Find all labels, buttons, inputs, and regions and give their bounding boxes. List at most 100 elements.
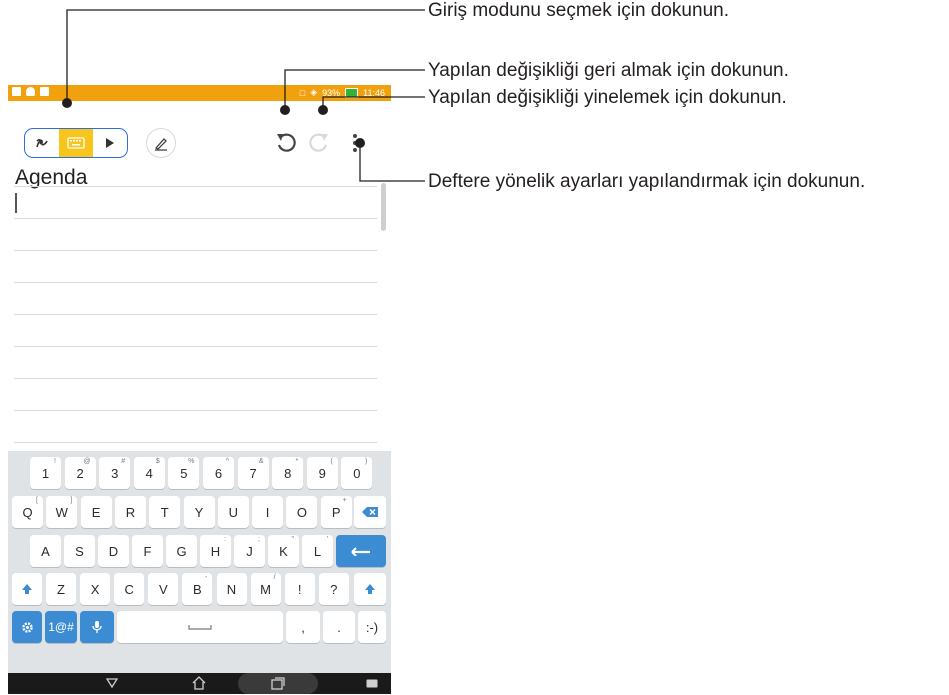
- key-alt-label: -: [205, 574, 208, 581]
- undo-button[interactable]: [275, 130, 297, 154]
- key-alt-label: ': [326, 536, 328, 543]
- ruled-line: [14, 282, 377, 283]
- redo-button[interactable]: [308, 130, 330, 154]
- key-alt-label: !: [54, 458, 56, 465]
- key-row-a-7[interactable]: K ": [268, 535, 299, 567]
- vibrate-icon: □: [299, 87, 306, 98]
- status-bar: □ ◈ 93% b 11:46: [8, 85, 391, 101]
- key-label: U: [228, 504, 238, 520]
- comma-key[interactable]: ,: [286, 611, 320, 643]
- key-alt-label: ): [365, 458, 368, 465]
- enter-key[interactable]: [336, 535, 386, 567]
- key-alt-label: ^: [225, 458, 229, 465]
- key-label: 6: [214, 465, 223, 481]
- battery-level: 93%: [322, 87, 341, 98]
- key-row-z-4[interactable]: B-: [182, 573, 213, 605]
- key-row-q-6[interactable]: U: [217, 496, 249, 528]
- key-number-row-4[interactable]: 5%: [168, 457, 200, 489]
- key-row-q-1[interactable]: W]: [46, 496, 78, 528]
- onscreen-keyboard: 1@# , . :-) 1! 2 @3 #4 $5% 6 ^ 7 & 8 * 9(0) Q[W] E R T Y…: [8, 451, 391, 673]
- key-label: 5: [180, 465, 188, 481]
- more-options-button[interactable]: [350, 132, 360, 154]
- key-alt-label: ]: [70, 497, 73, 504]
- keyboard-mode-button[interactable]: [59, 129, 93, 157]
- recent-apps-icon[interactable]: [271, 677, 285, 690]
- key-number-row-6[interactable]: 7 &: [237, 457, 269, 489]
- backspace-key[interactable]: [354, 496, 386, 528]
- space-key[interactable]: [117, 611, 283, 643]
- key-number-row-8[interactable]: 9(: [306, 457, 338, 489]
- input-mode-selector[interactable]: [24, 128, 128, 158]
- key-number-row-1[interactable]: 2 @: [64, 457, 96, 489]
- keyboard-switch-icon[interactable]: [366, 679, 378, 688]
- key-label: O: [296, 504, 307, 520]
- key-row-a-0[interactable]: A: [30, 535, 61, 567]
- shift-key-right[interactable]: [354, 573, 386, 605]
- key-row-q-9[interactable]: P +: [320, 496, 352, 528]
- key-row-q-3[interactable]: R: [114, 496, 146, 528]
- emoticon-key[interactable]: :-): [358, 611, 386, 643]
- scrollbar[interactable]: [381, 183, 386, 231]
- pen-style-button[interactable]: [146, 128, 176, 158]
- keyboard-settings-key[interactable]: [12, 611, 42, 643]
- key-row-z-7[interactable]: !: [284, 573, 315, 605]
- key-row-q-2[interactable]: E: [80, 496, 112, 528]
- redo-icon: [309, 133, 328, 152]
- key-row-z-1[interactable]: X: [80, 573, 111, 605]
- key-alt-label: ;: [258, 536, 260, 543]
- shift-key-left[interactable]: [12, 573, 42, 605]
- back-icon[interactable]: [106, 678, 118, 688]
- gear-icon: [21, 621, 33, 633]
- key-label: 4: [145, 465, 153, 481]
- key-row-a-1[interactable]: S: [64, 535, 95, 567]
- key-label: J: [246, 543, 253, 559]
- note-page[interactable]: Agenda: [8, 161, 391, 451]
- period-key[interactable]: .: [323, 611, 355, 643]
- ruled-line: [14, 378, 377, 379]
- handwriting-mode-button[interactable]: [25, 129, 59, 157]
- key-row-q-8[interactable]: O: [286, 496, 318, 528]
- key-row-a-3[interactable]: F: [132, 535, 163, 567]
- key-number-row-5[interactable]: 6 ^: [203, 457, 234, 489]
- note-toolbar: [8, 101, 391, 161]
- key-row-q-0[interactable]: Q[: [12, 496, 43, 528]
- callout-settings: Deftere yönelik ayarları yapılandırmak i…: [428, 171, 866, 192]
- key-row-q-7[interactable]: I: [252, 496, 284, 528]
- ruled-line: [14, 218, 377, 219]
- voice-input-key[interactable]: [80, 611, 114, 643]
- key-number-row-2[interactable]: 3 #: [99, 457, 131, 489]
- key-alt-label: &: [258, 458, 264, 465]
- bag-notification-icon: [40, 87, 49, 96]
- battery-icon: b: [345, 87, 359, 98]
- key-row-q-5[interactable]: Y: [183, 496, 215, 528]
- wifi-icon: ◈: [310, 87, 318, 97]
- key-row-a-2[interactable]: D: [98, 535, 129, 567]
- key-row-a-5[interactable]: H:: [200, 535, 231, 567]
- key-row-z-8[interactable]: ?: [318, 573, 349, 605]
- key-row-z-6[interactable]: M /: [250, 573, 281, 605]
- key-row-a-8[interactable]: L ': [302, 535, 333, 567]
- key-label: X: [90, 581, 100, 597]
- ruled-line: [14, 250, 377, 251]
- cloud-notification-icon: [26, 87, 35, 96]
- key-row-z-3[interactable]: V: [148, 573, 179, 605]
- key-number-row-0[interactable]: 1!: [30, 457, 61, 489]
- key-number-row-9[interactable]: 0): [341, 457, 373, 489]
- key-row-a-6[interactable]: J;: [234, 535, 265, 567]
- key-row-a-4[interactable]: G: [166, 535, 197, 567]
- key-number-row-3[interactable]: 4 $: [133, 457, 165, 489]
- key-row-z-0[interactable]: Z: [46, 573, 76, 605]
- key-label: Y: [194, 504, 204, 520]
- key-row-z-5[interactable]: N: [216, 573, 247, 605]
- keyboard-icon: [67, 137, 85, 149]
- key-number-row-7[interactable]: 8 *: [272, 457, 304, 489]
- brush-mode-button[interactable]: [93, 129, 127, 157]
- key-label: !: [297, 581, 302, 597]
- home-icon[interactable]: [192, 676, 206, 690]
- backspace-icon: [362, 507, 378, 517]
- key-row-z-2[interactable]: C: [114, 573, 145, 605]
- ruled-line: [14, 186, 377, 187]
- key-row-q-4[interactable]: T: [149, 496, 181, 528]
- symbols-key[interactable]: 1@#: [45, 611, 77, 643]
- key-alt-label: #: [121, 458, 126, 465]
